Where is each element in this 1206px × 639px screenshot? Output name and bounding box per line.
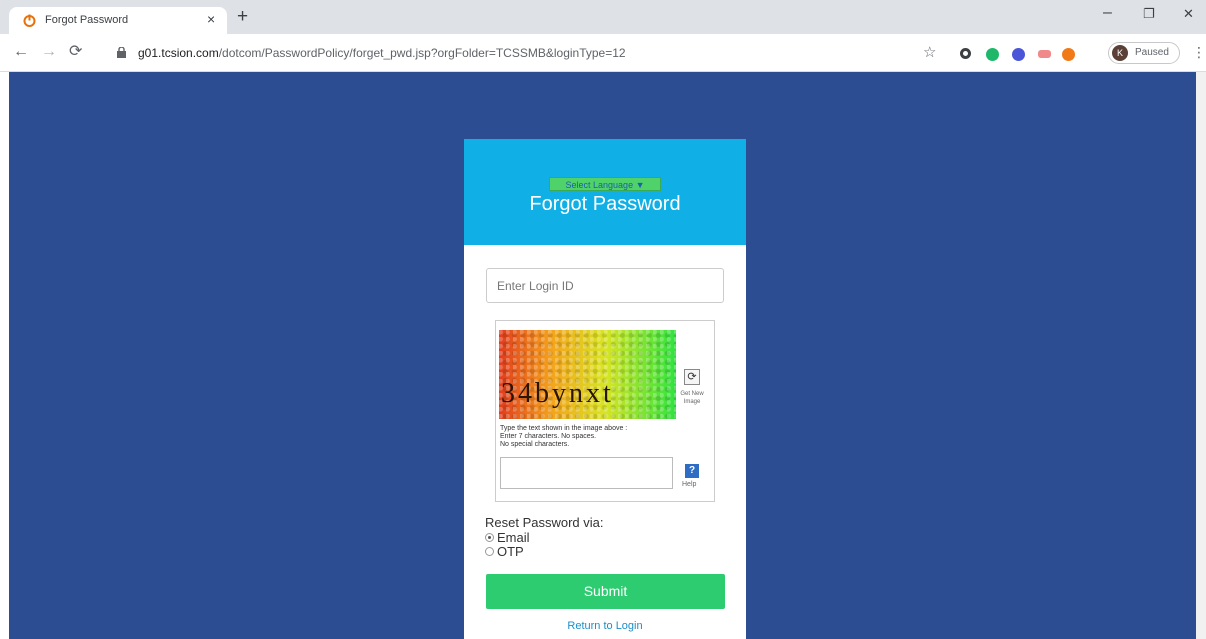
captcha-box: 34bynxt ⟳ Get New Image Type the text sh… (495, 320, 715, 502)
browser-tab[interactable]: Forgot Password × (9, 7, 227, 34)
radio-email[interactable] (485, 533, 494, 542)
extension-icon-4[interactable] (1038, 50, 1051, 58)
help-icon[interactable]: ? (685, 464, 699, 478)
captcha-instruction-line: Type the text shown in the image above : (500, 425, 628, 432)
page-background: Select Language ▼ Forgot Password 34bynx… (9, 72, 1196, 639)
browser-toolbar: ← → ⟳ g01.tcsion.com/dotcom/PasswordPoli… (0, 34, 1206, 72)
close-window-button[interactable]: ✕ (1183, 6, 1194, 22)
new-tab-button[interactable]: + (237, 7, 248, 26)
menu-dots-icon[interactable]: ⋮ (1192, 44, 1206, 61)
page-title: Forgot Password (529, 193, 681, 215)
refresh-icon[interactable]: ⟳ (684, 369, 700, 385)
scrollbar[interactable] (1196, 72, 1206, 639)
extension-icon-2[interactable] (986, 48, 999, 61)
language-select[interactable]: Select Language ▼ (549, 177, 661, 191)
extension-icon-3[interactable] (1012, 48, 1025, 61)
forgot-password-card: Select Language ▼ Forgot Password 34bynx… (464, 139, 746, 639)
profile-status: Paused (1135, 47, 1169, 58)
url-text[interactable]: g01.tcsion.com/dotcom/PasswordPolicy/for… (138, 46, 626, 60)
captcha-text: 34bynxt (501, 378, 614, 409)
avatar: K (1112, 45, 1128, 61)
extension-icon-1[interactable] (960, 48, 971, 59)
captcha-image: 34bynxt (499, 330, 676, 419)
back-arrow-icon[interactable]: ← (13, 44, 29, 60)
tab-bar: Forgot Password × + – ❐ ✕ (0, 0, 1206, 34)
reload-icon[interactable]: ⟳ (69, 44, 82, 60)
tab-close-icon[interactable]: × (207, 11, 215, 27)
power-icon (23, 14, 36, 27)
submit-button[interactable]: Submit (486, 574, 725, 609)
radio-email-label: Email (497, 530, 530, 545)
help-label[interactable]: Help (682, 481, 696, 488)
captcha-instructions: Type the text shown in the image above :… (500, 425, 627, 449)
radio-otp[interactable] (485, 547, 494, 556)
tab-title: Forgot Password (45, 14, 129, 26)
card-header: Select Language ▼ Forgot Password (464, 139, 746, 245)
login-id-input[interactable] (486, 268, 724, 303)
minimize-button[interactable]: – (1103, 4, 1112, 22)
captcha-instruction-line: No special characters. (500, 441, 570, 448)
captcha-input[interactable] (500, 457, 673, 489)
radio-option-email[interactable]: Email (485, 530, 530, 545)
radio-option-otp[interactable]: OTP (485, 544, 524, 559)
profile-button[interactable]: K Paused (1108, 42, 1180, 64)
maximize-button[interactable]: ❐ (1143, 6, 1155, 22)
extension-icon-5[interactable] (1062, 48, 1075, 61)
captcha-instruction-line: Enter 7 characters. No spaces. (500, 433, 597, 440)
reset-via-label: Reset Password via: (485, 515, 604, 530)
get-new-image-label[interactable]: Get New Image (677, 390, 707, 406)
lock-icon (117, 47, 126, 58)
return-to-login-link[interactable]: Return to Login (464, 620, 746, 632)
bookmark-star-icon[interactable]: ☆ (923, 43, 936, 61)
radio-otp-label: OTP (497, 544, 524, 559)
forward-arrow-icon[interactable]: → (41, 44, 57, 60)
